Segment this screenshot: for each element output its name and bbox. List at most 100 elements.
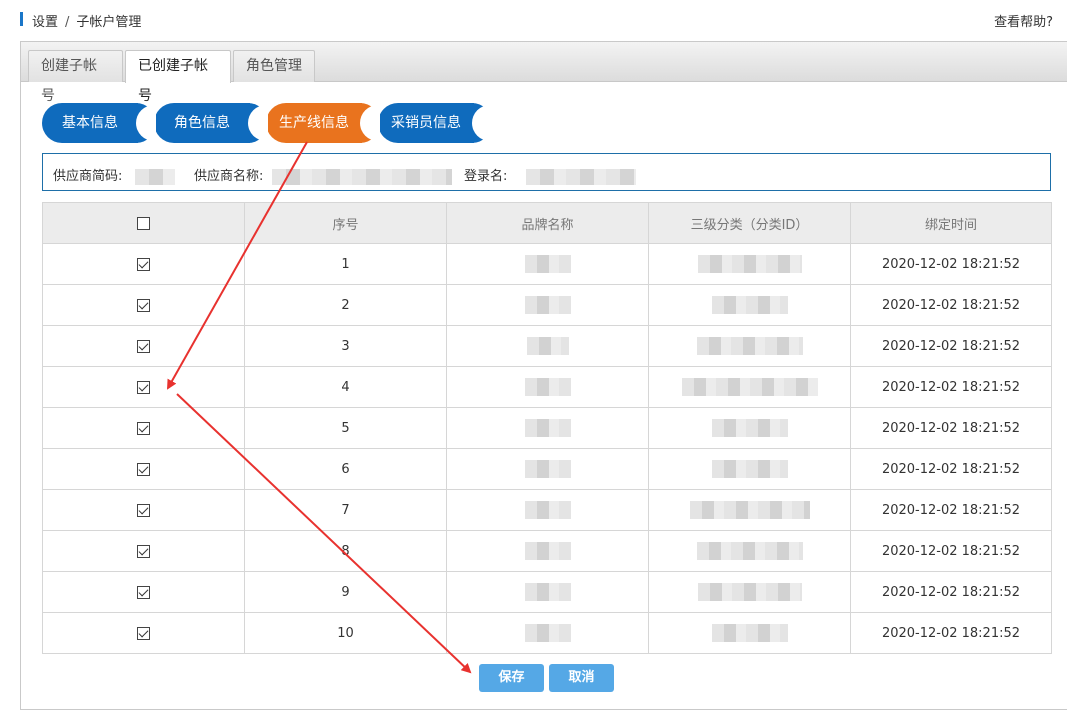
brand-redacted [524,624,571,642]
breadcrumb-separator: / [65,15,70,30]
breadcrumb: 设置 / 子帐户管理 [32,11,141,30]
breadcrumb-marker [20,12,23,26]
row-seq: 2 [244,284,447,326]
row-brand [446,325,649,367]
row-brand [446,612,649,654]
row-brand [446,571,649,613]
category-redacted [711,624,788,642]
brand-redacted [524,460,571,478]
row-brand [446,448,649,490]
row-category [648,325,851,367]
category-redacted [696,542,803,560]
brand-redacted [526,337,569,355]
step-production-line-info[interactable]: 生产线信息 [266,103,380,143]
row-checkbox[interactable] [137,544,150,558]
login-name: 登录名: [464,165,636,185]
cancel-button[interactable]: 取消 [549,664,614,692]
row-seq: 5 [244,407,447,449]
brand-redacted [524,583,571,601]
row-checkbox[interactable] [137,585,150,599]
row-time: 2020-12-02 18:21:52 [850,325,1052,367]
row-checkbox[interactable] [137,339,150,353]
brand-redacted [524,501,571,519]
category-redacted [711,419,788,437]
tab-create-subaccount[interactable]: 创建子帐号 [28,50,123,104]
row-checkbox[interactable] [137,257,150,271]
select-all-cell [42,202,245,244]
step-notch [360,105,380,141]
tab-role-management[interactable]: 角色管理 [233,50,315,82]
header-brand: 品牌名称 [446,202,649,244]
table-row: 8 2020-12-02 18:21:52 [42,530,1052,572]
supplier-name: 供应商名称: [194,165,452,185]
row-brand [446,284,649,326]
step-label: 角色信息 [174,115,230,131]
row-checkbox[interactable] [137,380,150,394]
row-checkbox-cell [42,571,245,613]
row-category [648,243,851,285]
table-row: 4 2020-12-02 18:21:52 [42,366,1052,408]
table-row: 10 2020-12-02 18:21:52 [42,612,1052,654]
help-link[interactable]: 查看帮助? [994,11,1053,30]
table-row: 2 2020-12-02 18:21:52 [42,284,1052,326]
row-category [648,612,851,654]
step-label: 基本信息 [62,115,118,131]
row-checkbox[interactable] [137,462,150,476]
brand-redacted [524,419,571,437]
category-redacted [696,337,803,355]
breadcrumb-subaccount: 子帐户管理 [76,15,142,30]
row-checkbox-cell [42,407,245,449]
table-header-row: 序号 品牌名称 三级分类（分类ID） 绑定时间 [42,202,1052,244]
login-name-redacted [525,168,636,185]
login-name-label: 登录名: [464,169,508,184]
top-bar: 设置 / 子帐户管理 查看帮助? [0,0,1067,38]
step-notch [248,105,268,141]
row-seq: 1 [244,243,447,285]
supplier-info-box: 供应商简码: 供应商名称: 登录名: [42,153,1051,191]
row-checkbox-cell [42,612,245,654]
row-seq: 9 [244,571,447,613]
row-brand [446,407,649,449]
row-seq: 4 [244,366,447,408]
row-checkbox[interactable] [137,298,150,312]
table-row: 7 2020-12-02 18:21:52 [42,489,1052,531]
row-checkbox-cell [42,530,245,572]
header-seq: 序号 [244,202,447,244]
row-time: 2020-12-02 18:21:52 [850,612,1052,654]
row-checkbox-cell [42,325,245,367]
breadcrumb-settings[interactable]: 设置 [32,11,58,30]
row-checkbox[interactable] [137,421,150,435]
category-redacted [697,583,802,601]
row-checkbox[interactable] [137,626,150,640]
step-label: 采销员信息 [391,115,461,131]
select-all-checkbox[interactable] [137,216,150,230]
supplier-code-label: 供应商简码: [53,169,123,184]
tab-created-subaccounts[interactable]: 已创建子帐号 [125,50,231,104]
row-brand [446,243,649,285]
save-button[interactable]: 保存 [479,664,544,692]
brand-redacted [524,255,571,273]
brand-redacted [524,296,571,314]
row-time: 2020-12-02 18:21:52 [850,489,1052,531]
row-category [648,284,851,326]
brand-redacted [524,378,571,396]
category-redacted [689,501,810,519]
row-checkbox-cell [42,448,245,490]
table-row: 6 2020-12-02 18:21:52 [42,448,1052,490]
row-time: 2020-12-02 18:21:52 [850,571,1052,613]
table-row: 3 2020-12-02 18:21:52 [42,325,1052,367]
header-bind-time: 绑定时间 [850,202,1052,244]
table-row: 5 2020-12-02 18:21:52 [42,407,1052,449]
row-category [648,366,851,408]
row-checkbox-cell [42,366,245,408]
row-seq: 7 [244,489,447,531]
row-seq: 8 [244,530,447,572]
row-time: 2020-12-02 18:21:52 [850,530,1052,572]
step-basic-info[interactable]: 基本信息 [42,103,156,143]
row-checkbox[interactable] [137,503,150,517]
row-time: 2020-12-02 18:21:52 [850,366,1052,408]
row-seq: 10 [244,612,447,654]
table-row: 9 2020-12-02 18:21:52 [42,571,1052,613]
step-purchaser-info[interactable]: 采销员信息 [378,103,492,143]
step-role-info[interactable]: 角色信息 [154,103,268,143]
